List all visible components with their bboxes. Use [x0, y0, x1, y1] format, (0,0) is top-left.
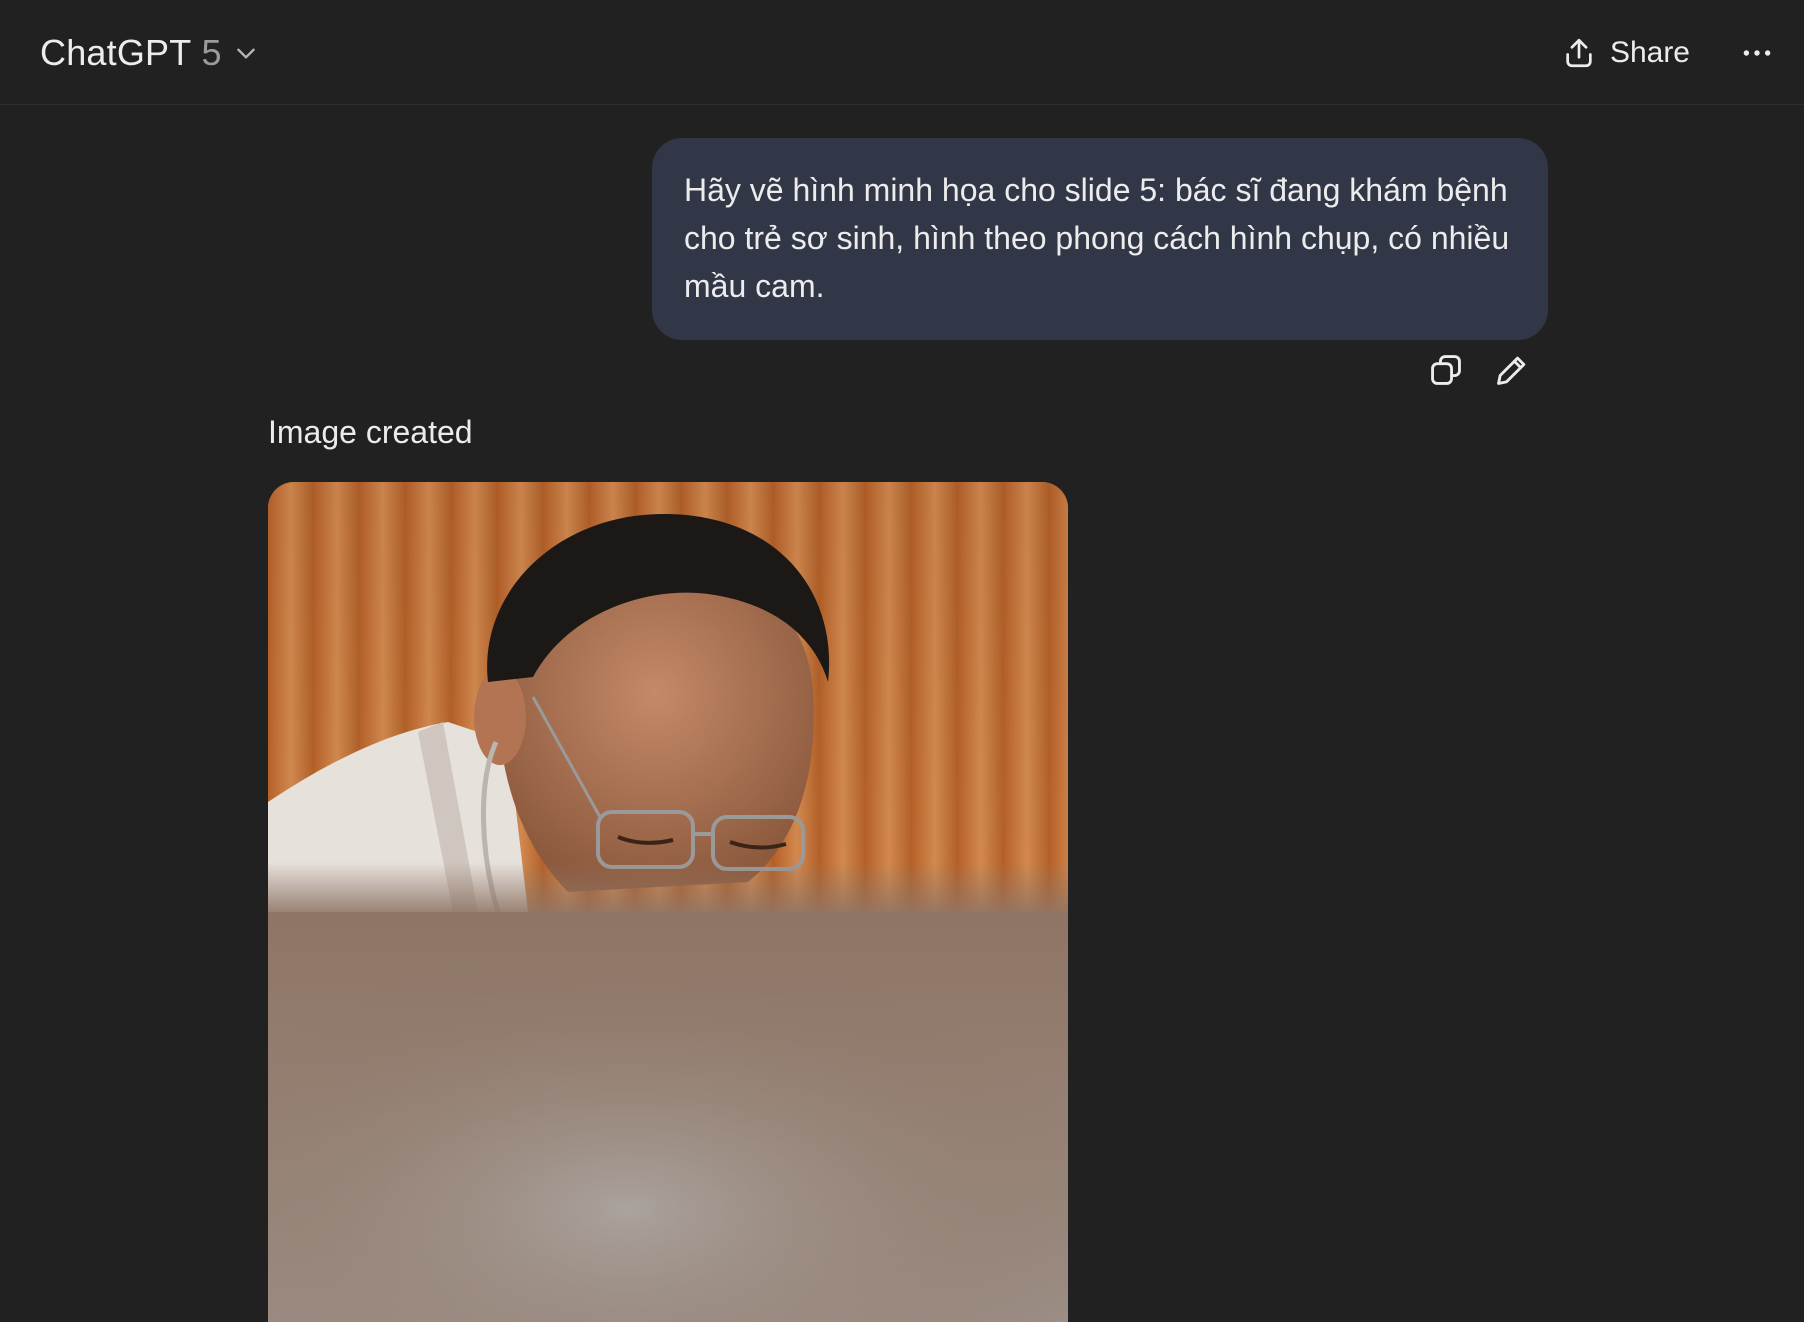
user-message-bubble: Hãy vẽ hình minh họa cho slide 5: bác sĩ…	[652, 138, 1548, 340]
model-version: 5	[201, 32, 222, 73]
chat-app: ChatGPT 5 Share Hãy vẽ hình minh họa cho…	[0, 0, 1804, 1322]
more-horizontal-icon	[1743, 50, 1771, 56]
chevron-down-icon	[237, 48, 256, 59]
generated-image[interactable]	[268, 482, 1068, 1322]
more-options-button[interactable]	[1730, 28, 1784, 78]
model-name: ChatGPT	[40, 32, 192, 73]
model-switcher[interactable]: ChatGPT 5	[30, 26, 269, 80]
share-label: Share	[1609, 36, 1690, 69]
top-bar: ChatGPT 5 Share	[0, 0, 1804, 105]
share-upload-icon	[1566, 38, 1592, 68]
image-created-label: Image created	[268, 414, 473, 450]
edit-message-button[interactable]	[1490, 344, 1534, 396]
user-message-actions	[1424, 344, 1534, 396]
copy-icon	[1431, 355, 1461, 385]
generated-image-render	[268, 482, 1068, 1322]
edit-pencil-icon	[1497, 356, 1526, 385]
share-button[interactable]: Share	[1548, 28, 1704, 78]
copy-message-button[interactable]	[1424, 344, 1468, 396]
